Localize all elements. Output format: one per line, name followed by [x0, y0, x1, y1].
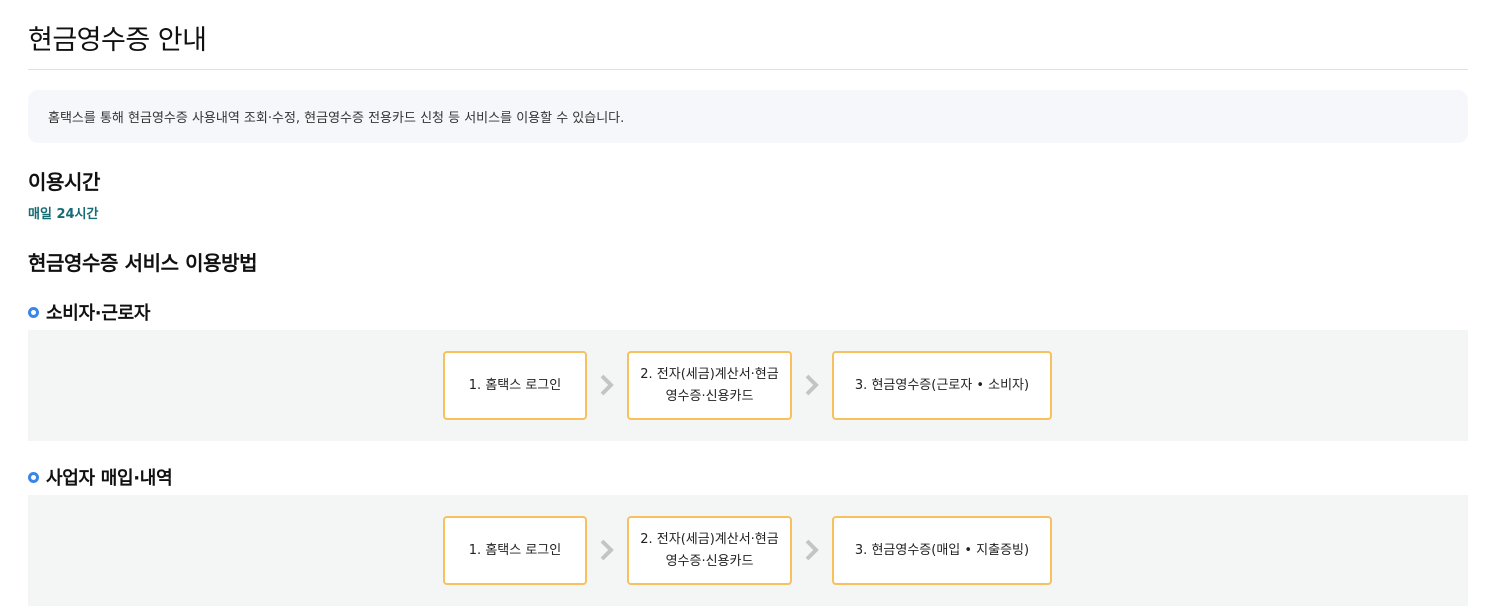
consumer-flow: 1. 홈택스 로그인 2. 전자(세금)계산서·현금영수증·신용카드 3. 현금… [28, 330, 1468, 441]
chevron-right-icon [802, 371, 822, 399]
page-title: 현금영수증 안내 [28, 25, 207, 56]
section-business-heading: 사업자 매입·내역 [28, 464, 173, 490]
step-label: 2. 전자(세금)계산서·현금영수증·신용카드 [640, 531, 779, 569]
step-label: 3. 현금영수증(근로자 • 소비자) [854, 377, 1030, 393]
section-consumer-heading: 소비자·근로자 [28, 299, 150, 325]
chevron-right-icon [597, 371, 617, 399]
step-label: 1. 홈택스 로그인 [468, 542, 562, 558]
section-consumer-title: 소비자·근로자 [46, 303, 151, 324]
usage-time-value: 매일 24시간 [28, 207, 99, 222]
business-step-3[interactable]: 3. 현금영수증(매입 • 지출증빙) [832, 516, 1052, 585]
chevron-right-icon [597, 536, 617, 564]
step-label: 1. 홈택스 로그인 [468, 377, 562, 393]
business-step-1[interactable]: 1. 홈택스 로그인 [443, 516, 587, 585]
circle-bullet-icon [28, 471, 39, 483]
title-divider [28, 69, 1468, 70]
business-step-2[interactable]: 2. 전자(세금)계산서·현금영수증·신용카드 [627, 516, 792, 585]
step-label: 2. 전자(세금)계산서·현금영수증·신용카드 [640, 366, 779, 404]
consumer-step-3[interactable]: 3. 현금영수증(근로자 • 소비자) [832, 351, 1052, 420]
howto-heading: 현금영수증 서비스 이용방법 [28, 251, 258, 275]
circle-bullet-icon [28, 306, 39, 318]
consumer-step-2[interactable]: 2. 전자(세금)계산서·현금영수증·신용카드 [627, 351, 792, 420]
business-flow: 1. 홈택스 로그인 2. 전자(세금)계산서·현금영수증·신용카드 3. 현금… [28, 495, 1468, 606]
chevron-right-icon [802, 536, 822, 564]
notice-text: 홈택스를 통해 현금영수증 사용내역 조회·수정, 현금영수증 전용카드 신청 … [48, 111, 625, 126]
section-business-title: 사업자 매입·내역 [46, 468, 173, 489]
consumer-step-1[interactable]: 1. 홈택스 로그인 [443, 351, 587, 420]
step-label: 3. 현금영수증(매입 • 지출증빙) [854, 542, 1030, 558]
notice-box: 홈택스를 통해 현금영수증 사용내역 조회·수정, 현금영수증 전용카드 신청 … [28, 90, 1468, 143]
usage-time-heading: 이용시간 [28, 170, 100, 194]
cash-receipt-guide-page: 현금영수증 안내 홈택스를 통해 현금영수증 사용내역 조회·수정, 현금영수증… [0, 0, 1487, 614]
